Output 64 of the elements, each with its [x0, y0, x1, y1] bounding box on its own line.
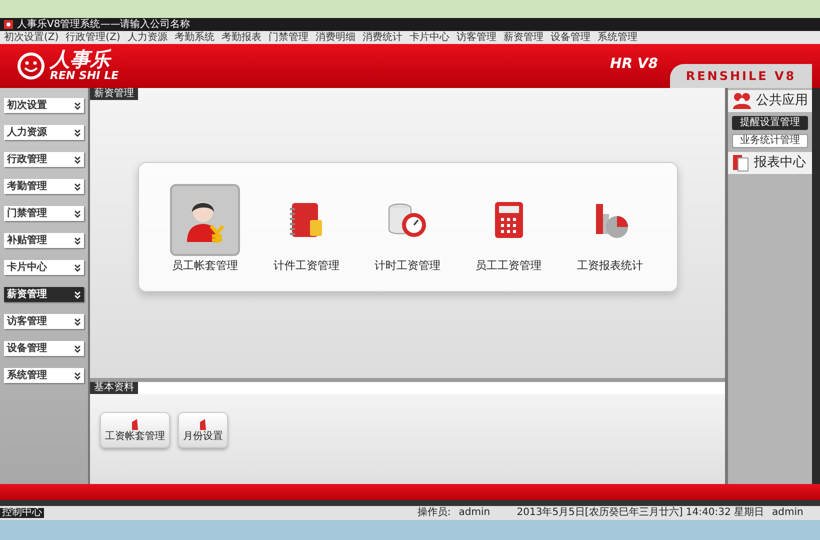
menu-item[interactable]: 薪资管理	[503, 32, 544, 42]
document-icon	[131, 418, 139, 430]
double-chevron-icon	[74, 318, 81, 326]
double-chevron-icon	[74, 290, 81, 298]
smiley-logo-icon	[16, 51, 46, 81]
sidebar-item[interactable]: 初次设置	[4, 98, 84, 113]
menu-item[interactable]: 行政管理(Z)	[66, 32, 120, 42]
basic-button[interactable]: 工资帐套管理	[100, 412, 170, 448]
double-chevron-icon	[74, 128, 81, 136]
panel-title: 报表中心	[754, 154, 806, 172]
document-icon	[732, 154, 750, 172]
section-title: 薪资管理	[90, 88, 138, 100]
sidebar-item[interactable]: 设备管理	[4, 341, 84, 356]
menu-item[interactable]: 卡片中心	[409, 32, 450, 42]
sidebar-item[interactable]: 行政管理	[4, 152, 84, 167]
sidebar-item[interactable]: 访客管理	[4, 314, 84, 329]
sidebar-item[interactable]: 卡片中心	[4, 260, 84, 275]
double-chevron-icon	[74, 236, 81, 244]
app-icon	[4, 20, 13, 29]
sidebar-item[interactable]: 考勤管理	[4, 179, 84, 194]
double-chevron-icon	[74, 156, 81, 164]
module-button[interactable]: 计时工资管理	[359, 184, 456, 270]
status-text: 操作员:	[417, 508, 451, 518]
double-chevron-icon	[74, 264, 81, 272]
double-chevron-icon	[74, 210, 81, 218]
menu-item[interactable]: 系统管理	[597, 32, 638, 42]
window-title: 人事乐V8管理系统——请输入公司名称	[17, 20, 190, 30]
double-chevron-icon	[74, 102, 81, 110]
status-text: admin	[772, 508, 804, 518]
menu-item[interactable]: 初次设置(Z)	[4, 32, 59, 42]
section-title: 基本资料	[90, 382, 138, 394]
status-text: 控制中心	[0, 508, 44, 518]
panel-button[interactable]: 业务统计管理	[732, 134, 808, 148]
double-chevron-icon	[74, 372, 81, 380]
menu-item[interactable]: 设备管理	[550, 32, 590, 42]
module-button[interactable]: 工资报表统计	[562, 184, 658, 270]
version-label: HR V8	[610, 55, 658, 74]
people-icon	[732, 92, 752, 110]
menu-item[interactable]: 人力资源	[127, 32, 168, 42]
panel-button[interactable]: 提醒设置管理	[732, 116, 808, 130]
document-icon	[199, 418, 207, 430]
status-text: admin	[458, 508, 492, 518]
sidebar-item[interactable]: 薪资管理	[4, 287, 84, 302]
menu-item[interactable]: 考勤系统	[174, 32, 214, 42]
menu-item[interactable]: 消费明细	[315, 32, 356, 42]
brand-text: RENSHILE V8	[686, 68, 796, 85]
sidebar-item[interactable]: 门禁管理	[4, 206, 84, 221]
module-button[interactable]: 员工工资管理	[460, 184, 557, 270]
logo-text: 人事乐	[50, 49, 112, 70]
calculator-icon	[492, 200, 525, 240]
panel-title: 公共应用	[756, 92, 808, 110]
sidebar-item[interactable]: 补贴管理	[4, 233, 84, 248]
sidebar-item[interactable]: 系统管理	[4, 368, 84, 383]
menu-item[interactable]: 消费统计	[362, 32, 402, 42]
double-chevron-icon	[74, 182, 81, 190]
module-button[interactable]: 计件工资管理	[258, 184, 354, 270]
basic-button[interactable]: 月份设置	[178, 412, 228, 448]
sidebar-item[interactable]: 人力资源	[4, 125, 84, 140]
status-text: 2013年5月5日[农历癸巳年三月廿六] 14:40:32 星期日	[516, 508, 764, 518]
logo-subtitle: REN SHI LE	[50, 69, 119, 83]
double-chevron-icon	[74, 344, 81, 352]
menu-item[interactable]: 门禁管理	[268, 32, 308, 42]
menu-item[interactable]: 考勤报表	[221, 32, 262, 42]
menu-item[interactable]: 访客管理	[456, 32, 496, 42]
